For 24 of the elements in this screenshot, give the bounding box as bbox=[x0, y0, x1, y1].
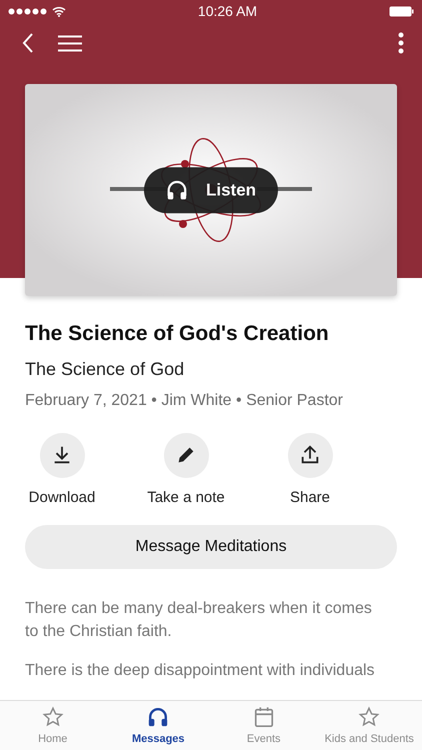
battery-icon bbox=[389, 6, 414, 16]
note-button[interactable]: Take a note bbox=[124, 432, 248, 509]
back-icon[interactable] bbox=[22, 33, 34, 53]
series-name: The Science of God bbox=[25, 358, 186, 380]
message-title: The Science of God's Creation bbox=[25, 321, 330, 347]
message-meta: February 7, 2021 • Jim White • Senior Pastor bbox=[25, 390, 344, 410]
signal-icon bbox=[8, 8, 48, 14]
status-time: 10:26 AM bbox=[198, 2, 258, 20]
tab-bar-item[interactable]: Messages bbox=[106, 701, 211, 750]
body-paragraph: There is the deep disappointment with individuals bbox=[25, 661, 376, 681]
body-paragraph: There can be many deal-breakers when it comes to the Christian faith. bbox=[25, 599, 373, 642]
calendar-icon bbox=[252, 706, 275, 728]
share-button[interactable]: Share bbox=[248, 432, 372, 509]
star-icon bbox=[42, 706, 64, 728]
wifi-icon bbox=[52, 6, 66, 16]
star-icon bbox=[358, 706, 380, 728]
headphones-icon bbox=[166, 179, 188, 201]
more-icon[interactable] bbox=[398, 32, 404, 54]
headphones-icon bbox=[147, 706, 170, 728]
message-meditations-button[interactable]: Message Meditations bbox=[25, 525, 397, 569]
share-icon bbox=[299, 444, 321, 466]
download-button[interactable]: Download bbox=[0, 432, 124, 509]
menu-icon[interactable] bbox=[58, 34, 82, 52]
listen-button[interactable]: Listen bbox=[144, 167, 278, 213]
